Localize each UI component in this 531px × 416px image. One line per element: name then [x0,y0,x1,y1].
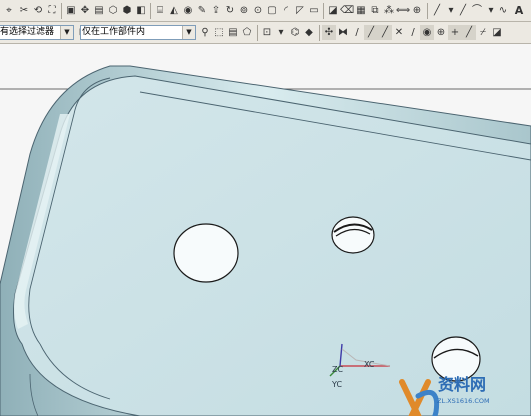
snap-quadrant-icon[interactable]: ◆ [302,25,316,40]
snap-tangent-icon[interactable]: ⧓ [336,25,350,40]
hole-large [173,223,239,283]
wcs-yc-label: YC [331,380,342,389]
draft-icon[interactable]: ◪ [326,3,340,18]
fit-icon[interactable]: ⛶ [45,3,59,18]
wcs-zc-label: ZC [332,365,343,374]
arc-icon[interactable]: ⌒ [470,3,484,18]
plus-icon[interactable]: + [448,25,462,40]
snap-intersect-icon[interactable]: ✣ [322,25,336,40]
shade-icon[interactable]: ⬡ [106,3,120,18]
snap-point-icon[interactable]: ⌖ [2,3,16,18]
chevron-down-icon[interactable]: ▼ [60,26,73,39]
wireframe-icon[interactable]: ⬢ [120,3,134,18]
scope-filter-value: 仅在工作部件内 [82,27,146,37]
rotate-view-icon[interactable]: ⟲ [31,3,45,18]
part-model: ZC XC YC 资料网 ZL.XS1616.COM [0,44,531,416]
shell-icon[interactable]: ▭ [307,3,321,18]
snap-end-icon[interactable]: ⊡ [260,25,274,40]
cylinder-icon[interactable]: ⌸ [153,3,167,18]
snap-center-icon[interactable]: ⌬ [288,25,302,40]
extrude-icon[interactable]: ⇪ [209,3,223,18]
selection-toolbar: 有选择过滤器 ▼ ⊟ 仅在工作部件内 ▼ ⚲ ⬚ ▤ ⬠ ⊡ ▾ ⌬ ◆ ✣ ⧓… [0,22,531,44]
cone-icon[interactable]: ◭ [167,3,181,18]
wcs-xc-label: XC [364,360,375,369]
selection-icon[interactable]: ⬚ [212,25,226,40]
revolve-icon[interactable]: ↻ [223,3,237,18]
pan-icon[interactable]: ✥ [78,3,92,18]
snap-mid-icon[interactable]: ▾ [274,25,288,40]
trim-curve-icon[interactable]: ⌿ [476,25,490,40]
dimension-icon[interactable]: ╱ [462,25,476,40]
spline-icon[interactable]: ∿ [496,3,510,18]
circle-tool-icon[interactable]: ✕ [392,25,406,40]
layer-icon[interactable]: ▤ [92,3,106,18]
type-filter-value: 有选择过滤器 [0,27,55,37]
filter-settings-icon[interactable]: ⚲ [198,25,212,40]
zoom-icon[interactable]: ▣ [64,3,78,18]
blend-icon[interactable]: ◜ [279,3,293,18]
chevron-down-icon[interactable]: ▼ [182,26,195,39]
arc-tool-icon[interactable]: ╱ [378,25,392,40]
rectangle-icon[interactable]: ▤ [226,25,240,40]
block-icon[interactable]: ◧ [134,3,148,18]
type-filter-select[interactable]: 有选择过滤器 ▼ [0,25,74,40]
curve-icon[interactable]: ╱ [456,3,470,18]
main-toolbar: ⌖ ✂ ⟲ ⛶ ▣ ✥ ▤ ⬡ ⬢ ◧ ⌸ ◭ ◉ ✎ ⇪ ↻ ⊚ ⊙ ▢ ◜ … [0,0,531,22]
sphere-icon[interactable]: ◉ [181,3,195,18]
snap-on-curve-icon[interactable]: / [350,25,364,40]
scope-filter-select[interactable]: 仅在工作部件内 ▼ [80,25,196,40]
line-tool-icon[interactable]: ╱ [364,25,378,40]
hole-icon[interactable]: ⊚ [237,3,251,18]
boss-icon[interactable]: ⊙ [251,3,265,18]
thicken-icon[interactable]: ▦ [354,3,368,18]
toolbar-separator [427,3,428,19]
line-icon[interactable]: ╱ [430,3,444,18]
mirror-icon[interactable]: ⟺ [396,3,410,18]
chamfer-icon[interactable]: ◸ [293,3,307,18]
toolbar-separator [323,3,324,19]
pocket-icon[interactable]: ▢ [265,3,279,18]
point-tool-icon[interactable]: ◉ [420,25,434,40]
sketch-icon[interactable]: ✎ [195,3,209,18]
toolbar-separator [319,25,320,41]
graphics-viewport[interactable]: ZC XC YC 资料网 ZL.XS1616.COM [0,44,531,416]
polygon-icon[interactable]: ⬠ [240,25,254,40]
toolbar-separator [257,25,258,41]
offset-icon[interactable]: ⧉ [368,3,382,18]
text-icon[interactable]: A [512,3,526,18]
trim-icon[interactable]: ⌫ [340,3,354,18]
constraint-icon[interactable]: ⊕ [434,25,448,40]
unite-icon[interactable]: ⊕ [410,3,424,18]
toolbar-separator [61,3,62,19]
pattern-icon[interactable]: ⁂ [382,3,396,18]
watermark-title: 资料网 [438,375,486,394]
offset-curve-icon[interactable]: ◪ [490,25,504,40]
watermark-url: ZL.XS1616.COM [437,397,490,405]
toolbar-separator [150,3,151,19]
fillet-tool-icon[interactable]: / [406,25,420,40]
attach-icon[interactable]: ✂ [17,3,31,18]
